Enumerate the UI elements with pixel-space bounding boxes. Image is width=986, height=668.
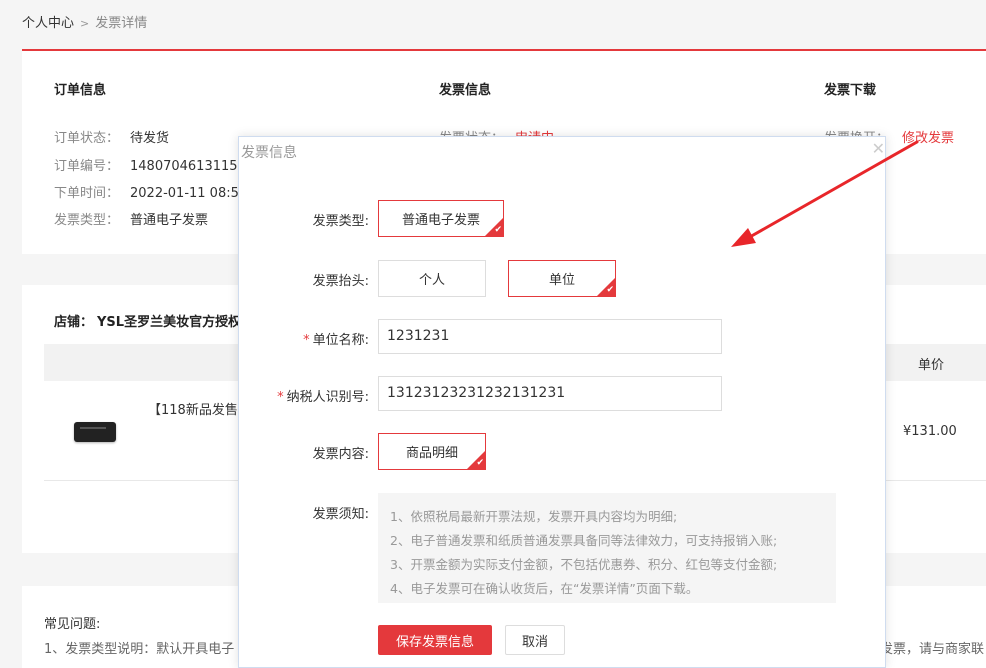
check-icon: ✔	[494, 225, 502, 235]
modify-invoice-link[interactable]: 修改发票	[902, 131, 954, 146]
company-name-input[interactable]: 1231231	[378, 319, 722, 354]
invoice-type-value: 普通电子发票	[130, 213, 209, 228]
breadcrumb: 个人中心 > 发票详情	[22, 12, 147, 31]
unit-price-header: 单价	[918, 358, 945, 373]
product-title[interactable]: 【118新品发售	[148, 399, 238, 418]
required-marker: *	[277, 390, 284, 405]
breadcrumb-current: 发票详情	[95, 16, 148, 31]
invoice-type-row: 发票类型： 普通电子发票	[54, 209, 208, 228]
invoice-content-field-label: 发票内容:	[312, 447, 369, 462]
invoice-notice-field-label: 发票须知:	[312, 507, 369, 522]
invoice-type-option-label: 普通电子发票	[401, 213, 480, 228]
faq-line-left: 1、发票类型说明：默认开具电子	[44, 642, 235, 657]
company-name-label-text: 单位名称:	[312, 333, 369, 348]
required-marker: *	[303, 333, 310, 348]
shop-name[interactable]: YSL圣罗兰美妆官方授权	[97, 315, 241, 330]
invoice-download-title: 发票下载	[824, 83, 877, 98]
notice-line: 1、依照税局最新开票法规，发票开具内容均为明细;	[390, 509, 678, 524]
cancel-button[interactable]: 取消	[505, 625, 565, 655]
close-icon[interactable]: ✕	[872, 139, 885, 158]
shop-title: 店铺： YSL圣罗兰美妆官方授权	[54, 311, 241, 330]
faq-line-right: 发票，请与商家联	[880, 642, 985, 657]
order-time-value: 2022-01-11 08:54:	[130, 186, 252, 201]
tax-id-input[interactable]: 13123123231232131231	[378, 376, 722, 411]
order-status-row: 订单状态： 待发货	[54, 127, 169, 146]
notice-line: 2、电子普通发票和纸质普通发票具备同等法律效力，可支持报销入账;	[390, 533, 778, 548]
header-company-label: 单位	[548, 273, 575, 288]
company-name-field-label: * 单位名称:	[239, 329, 369, 348]
breadcrumb-separator: >	[80, 17, 90, 30]
order-number-row: 订单编号： 1480704613115105	[54, 155, 262, 174]
invoice-type-field-label: 发票类型:	[312, 214, 369, 229]
header-personal-label: 个人	[418, 273, 445, 288]
content-option-label: 商品明细	[405, 446, 458, 461]
product-thumbnail[interactable]	[74, 422, 116, 442]
invoice-type-option-electronic[interactable]: 普通电子发票 ✔	[378, 200, 504, 237]
invoice-modal: 发票信息 ✕ 发票类型: 普通电子发票 ✔ 发票抬头: 个人 单位 ✔ * 单位名称:…	[238, 136, 886, 668]
order-number-label: 订单编号：	[54, 159, 120, 174]
notice-line: 3、开票金额为实际支付金额，不包括优惠券、积分、红包等支付金额;	[390, 557, 778, 572]
tax-id-field-label: * 纳税人识别号:	[239, 386, 369, 405]
notice-line: 4、电子发票可在确认收货后，在“发票详情”页面下载。	[390, 581, 699, 596]
order-time-label: 下单时间：	[54, 186, 120, 201]
save-invoice-button[interactable]: 保存发票信息	[378, 625, 492, 655]
invoice-header-option-company[interactable]: 单位 ✔	[508, 260, 616, 297]
product-price: ¥131.00	[903, 424, 957, 439]
invoice-header-field-label: 发票抬头:	[312, 274, 369, 289]
tax-id-label-text: 纳税人识别号:	[286, 390, 369, 405]
shop-label: 店铺：	[54, 315, 94, 330]
order-status-value: 待发货	[130, 131, 170, 146]
order-info-title: 订单信息	[54, 83, 107, 98]
check-icon: ✔	[606, 285, 614, 295]
invoice-info-title: 发票信息	[439, 83, 492, 98]
invoice-content-option-detail[interactable]: 商品明细 ✔	[378, 433, 486, 470]
invoice-notice-box: 1、依照税局最新开票法规，发票开具内容均为明细; 2、电子普通发票和纸质普通发票…	[378, 493, 836, 603]
breadcrumb-home-link[interactable]: 个人中心	[22, 16, 74, 31]
order-time-row: 下单时间： 2022-01-11 08:54:	[54, 182, 252, 201]
order-status-label: 订单状态：	[54, 131, 120, 146]
check-icon: ✔	[476, 458, 484, 468]
modal-title: 发票信息	[241, 145, 297, 161]
faq-title: 常见问题:	[44, 617, 101, 632]
invoice-header-option-personal[interactable]: 个人	[378, 260, 486, 297]
invoice-type-label: 发票类型：	[54, 213, 120, 228]
